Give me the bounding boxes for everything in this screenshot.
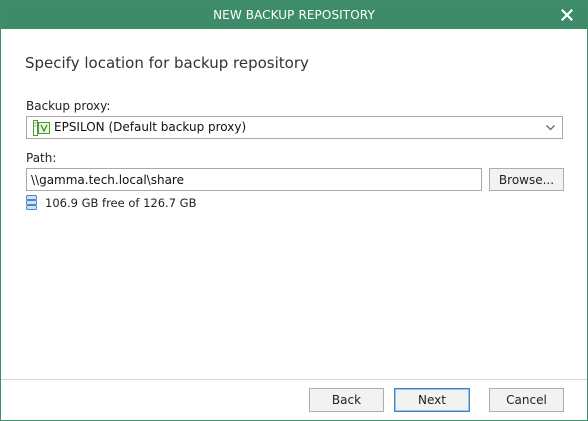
cancel-button[interactable]: Cancel xyxy=(489,388,564,412)
back-button[interactable]: Back xyxy=(309,388,384,412)
page-heading: Specify location for backup repository xyxy=(25,54,309,72)
database-icon xyxy=(26,195,37,210)
footer-divider xyxy=(1,379,587,380)
close-button[interactable] xyxy=(557,5,577,25)
backup-proxy-selected-value: EPSILON (Default backup proxy) xyxy=(54,120,247,134)
new-backup-repository-dialog: NEW BACKUP REPOSITORY Specify location f… xyxy=(0,0,588,421)
path-input[interactable] xyxy=(26,168,482,191)
chevron-down-icon[interactable] xyxy=(545,122,556,133)
close-icon xyxy=(561,9,573,21)
dialog-title: NEW BACKUP REPOSITORY xyxy=(213,8,375,22)
browse-button[interactable]: Browse... xyxy=(489,168,564,191)
backup-proxy-dropdown[interactable]: EPSILON (Default backup proxy) xyxy=(26,116,563,139)
backup-proxy-label: Backup proxy: xyxy=(26,99,111,113)
free-space-text: 106.9 GB free of 126.7 GB xyxy=(45,196,197,210)
path-label: Path: xyxy=(26,151,57,165)
server-icon xyxy=(33,120,50,136)
next-button[interactable]: Next xyxy=(394,388,470,412)
title-bar: NEW BACKUP REPOSITORY xyxy=(1,1,587,29)
